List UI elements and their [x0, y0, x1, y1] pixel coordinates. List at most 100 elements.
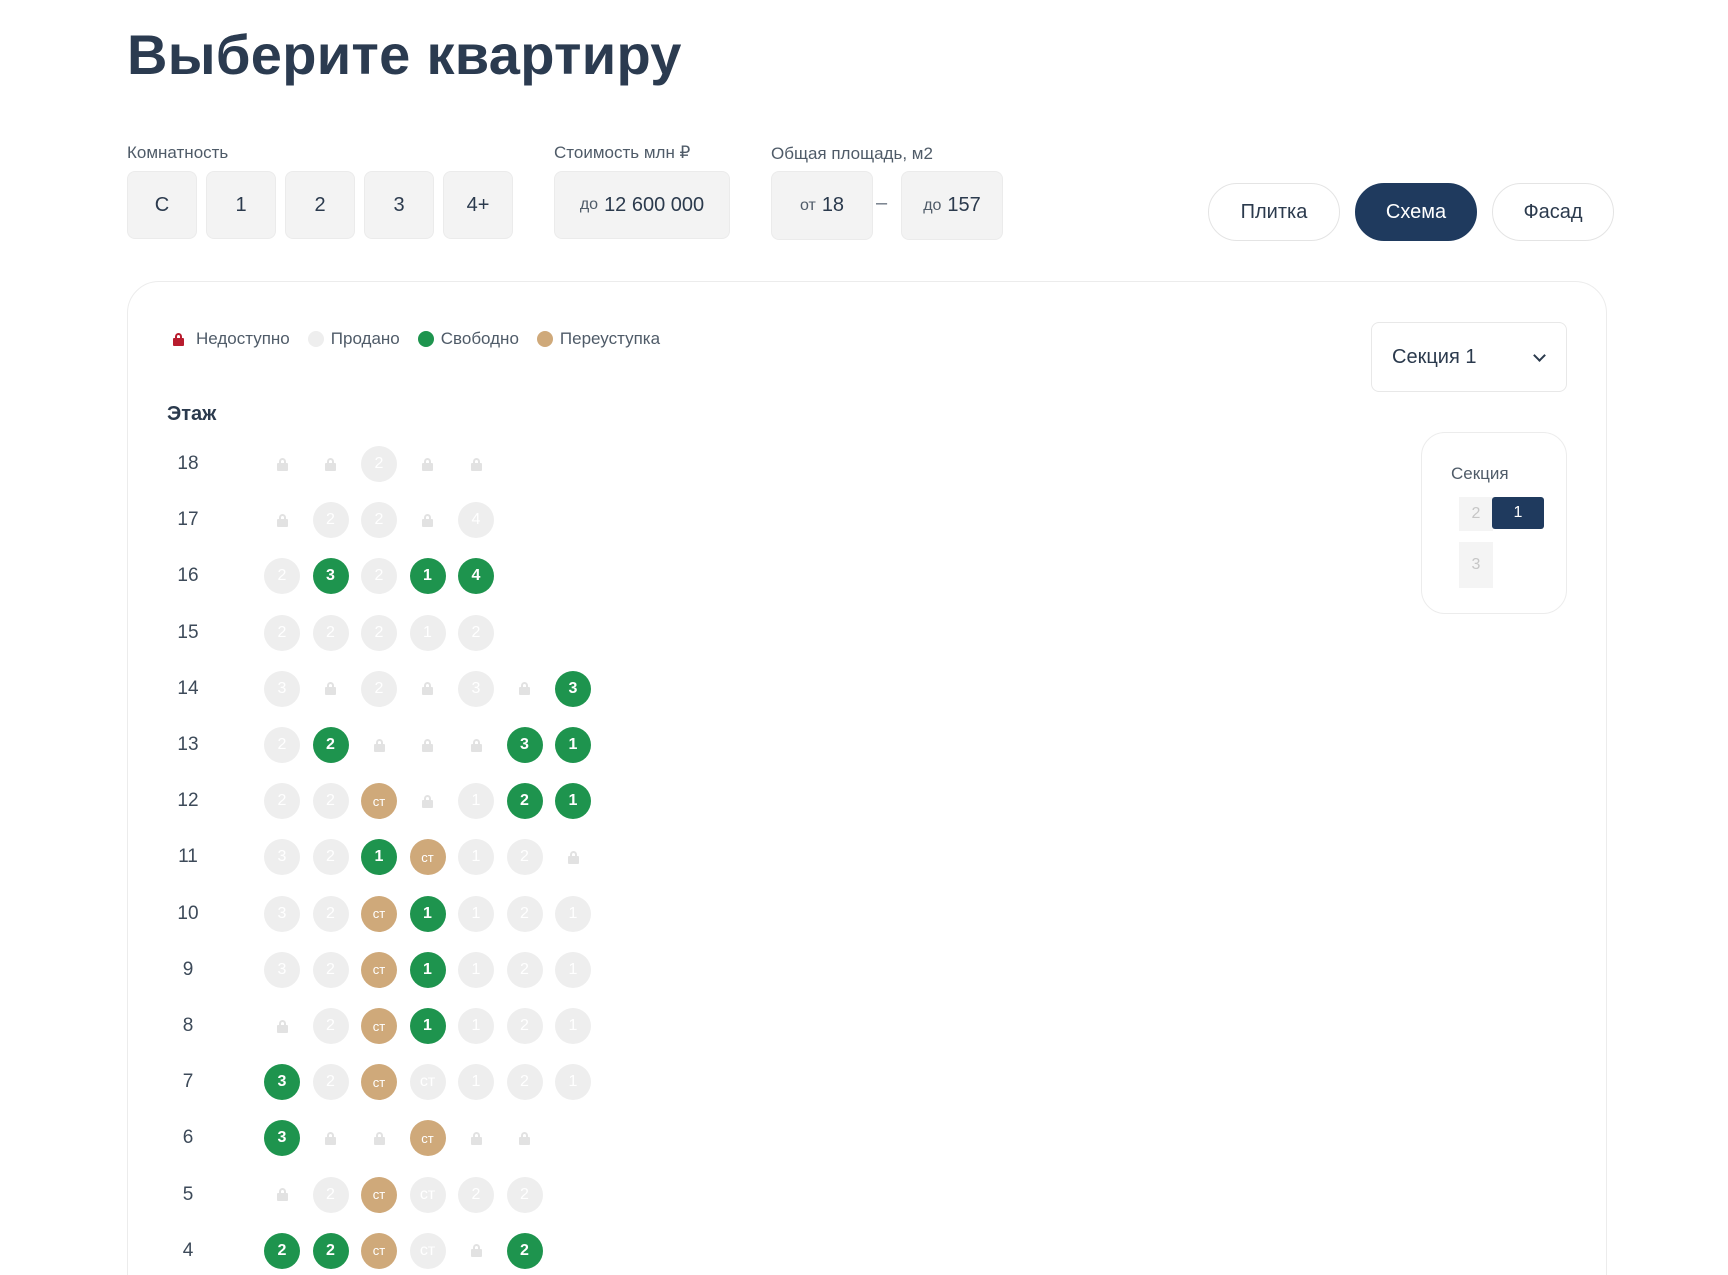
- apartment-free[interactable]: 2: [506, 1232, 543, 1269]
- apartment-assignment[interactable]: ст: [361, 1176, 397, 1213]
- apartment-sold[interactable]: 2: [312, 1008, 349, 1044]
- apartment-free[interactable]: 3: [506, 727, 543, 763]
- view-tiles-button[interactable]: Плитка: [1208, 183, 1340, 241]
- apartment-sold[interactable]: 2: [506, 1008, 543, 1044]
- section-select[interactable]: Секция 1: [1371, 322, 1567, 392]
- apartment-sold[interactable]: 3: [264, 951, 300, 988]
- apartment-sold[interactable]: ст: [409, 1232, 446, 1269]
- apartment-sold[interactable]: ст: [409, 1176, 446, 1213]
- area-from-input[interactable]: от 18: [771, 171, 873, 240]
- lock-icon: [422, 682, 433, 696]
- view-facade-button[interactable]: Фасад: [1492, 183, 1614, 241]
- apartment-free[interactable]: 3: [264, 1064, 300, 1101]
- apartment-sold[interactable]: 2: [506, 951, 543, 988]
- apartment-free[interactable]: 1: [555, 727, 591, 763]
- apartment-sold[interactable]: 1: [555, 1064, 591, 1101]
- apartment-sold[interactable]: 2: [312, 895, 349, 932]
- apartment-sold[interactable]: 3: [264, 670, 300, 707]
- apartment-sold[interactable]: 2: [458, 614, 494, 651]
- area-to-value: 157: [947, 194, 981, 216]
- section-1-button[interactable]: 1: [1492, 497, 1544, 529]
- apartment-assignment[interactable]: ст: [409, 839, 446, 876]
- apartment-sold[interactable]: 2: [312, 783, 349, 820]
- apartment-sold[interactable]: 1: [458, 783, 494, 820]
- apartment-sold[interactable]: 1: [458, 895, 494, 932]
- lock-icon: [470, 457, 482, 471]
- price-value: 12 600 000: [604, 193, 705, 216]
- apartment-free[interactable]: 3: [312, 558, 349, 595]
- section-3-button[interactable]: 3: [1459, 542, 1493, 588]
- apartment-assignment[interactable]: ст: [361, 1064, 397, 1101]
- floor-label: 16: [177, 565, 199, 587]
- apartment-unavailable: [361, 727, 397, 763]
- apartment-sold[interactable]: 2: [264, 614, 300, 651]
- apartment-sold[interactable]: 2: [361, 614, 397, 651]
- apartment-unavailable: [264, 446, 300, 482]
- apartment-sold[interactable]: 2: [506, 1064, 543, 1101]
- apartment-free[interactable]: 2: [312, 1232, 349, 1269]
- section-2-button[interactable]: 2: [1459, 497, 1493, 531]
- apartment-free[interactable]: 1: [409, 558, 446, 595]
- apartment-sold[interactable]: 1: [458, 951, 494, 988]
- apartment-sold[interactable]: 2: [506, 895, 543, 932]
- apartment-sold[interactable]: 2: [312, 614, 349, 651]
- apartment-sold[interactable]: 2: [264, 727, 300, 763]
- rooms-4plus-button[interactable]: 4+: [443, 171, 513, 239]
- apartment-assignment[interactable]: ст: [361, 1232, 397, 1269]
- apartment-free[interactable]: 1: [409, 1008, 446, 1044]
- apartment-sold[interactable]: 1: [555, 1008, 591, 1044]
- apartment-free[interactable]: 1: [409, 895, 446, 932]
- lock-icon: [276, 457, 288, 471]
- lock-icon: [173, 332, 184, 346]
- lock-icon: [519, 682, 530, 696]
- apartment-sold[interactable]: 2: [312, 1176, 349, 1213]
- apartment-sold[interactable]: 3: [458, 670, 494, 707]
- apartment-sold[interactable]: 2: [264, 783, 300, 820]
- apartment-sold[interactable]: 4: [458, 502, 494, 539]
- legend-sold-label: Продано: [330, 329, 400, 348]
- apartment-unavailable: [410, 446, 446, 482]
- apartment-sold[interactable]: 1: [555, 895, 591, 932]
- apartment-sold[interactable]: 1: [458, 1064, 494, 1101]
- legend: Недоступно Продано Свободно Переуступка: [173, 329, 678, 349]
- apartment-sold[interactable]: 3: [264, 895, 300, 932]
- apartment-free[interactable]: 1: [409, 951, 446, 988]
- apartment-assignment[interactable]: ст: [361, 1008, 397, 1044]
- apartment-sold[interactable]: 2: [361, 670, 397, 707]
- price-max-input[interactable]: до 12 600 000: [554, 171, 730, 239]
- apartment-sold[interactable]: 2: [312, 839, 349, 876]
- rooms-studio-button[interactable]: С: [127, 171, 197, 239]
- view-scheme-button[interactable]: Схема: [1355, 183, 1477, 241]
- apartment-sold[interactable]: 2: [361, 446, 397, 482]
- area-to-input[interactable]: до 157: [901, 171, 1003, 240]
- apartment-sold[interactable]: 2: [506, 839, 543, 876]
- apartment-free[interactable]: 2: [506, 783, 543, 820]
- apartment-assignment[interactable]: ст: [361, 783, 397, 820]
- apartment-assignment[interactable]: ст: [409, 1120, 446, 1157]
- apartment-sold[interactable]: 2: [458, 1176, 494, 1213]
- apartment-sold[interactable]: 1: [555, 951, 591, 988]
- apartment-free[interactable]: 1: [555, 783, 591, 820]
- lock-icon: [373, 738, 385, 752]
- apartment-sold[interactable]: 1: [458, 1008, 494, 1044]
- apartment-sold[interactable]: 1: [409, 614, 446, 651]
- floor-label: 14: [177, 677, 199, 699]
- apartment-free[interactable]: 3: [555, 670, 591, 707]
- apartment-sold[interactable]: 2: [312, 502, 349, 539]
- apartment-unavailable: [458, 446, 494, 482]
- apartment-sold[interactable]: 2: [312, 951, 349, 988]
- apartment-free[interactable]: 2: [264, 1232, 300, 1269]
- rooms-3-button[interactable]: 3: [364, 171, 434, 239]
- apartment-sold[interactable]: 2: [506, 1176, 543, 1213]
- apartment-unavailable: [313, 1120, 349, 1156]
- rooms-1-button[interactable]: 1: [206, 171, 276, 239]
- rooms-2-button[interactable]: 2: [285, 171, 355, 239]
- floor-label: 15: [177, 621, 199, 643]
- apartment-sold[interactable]: 2: [312, 1064, 349, 1101]
- apartment-sold[interactable]: ст: [409, 1064, 446, 1101]
- rooms-label: Комнатность: [127, 143, 229, 162]
- apartment-assignment[interactable]: ст: [361, 895, 397, 932]
- apartment-assignment[interactable]: ст: [361, 951, 397, 988]
- apartment-free[interactable]: 2: [312, 727, 349, 763]
- apartment-sold[interactable]: 2: [361, 502, 397, 539]
